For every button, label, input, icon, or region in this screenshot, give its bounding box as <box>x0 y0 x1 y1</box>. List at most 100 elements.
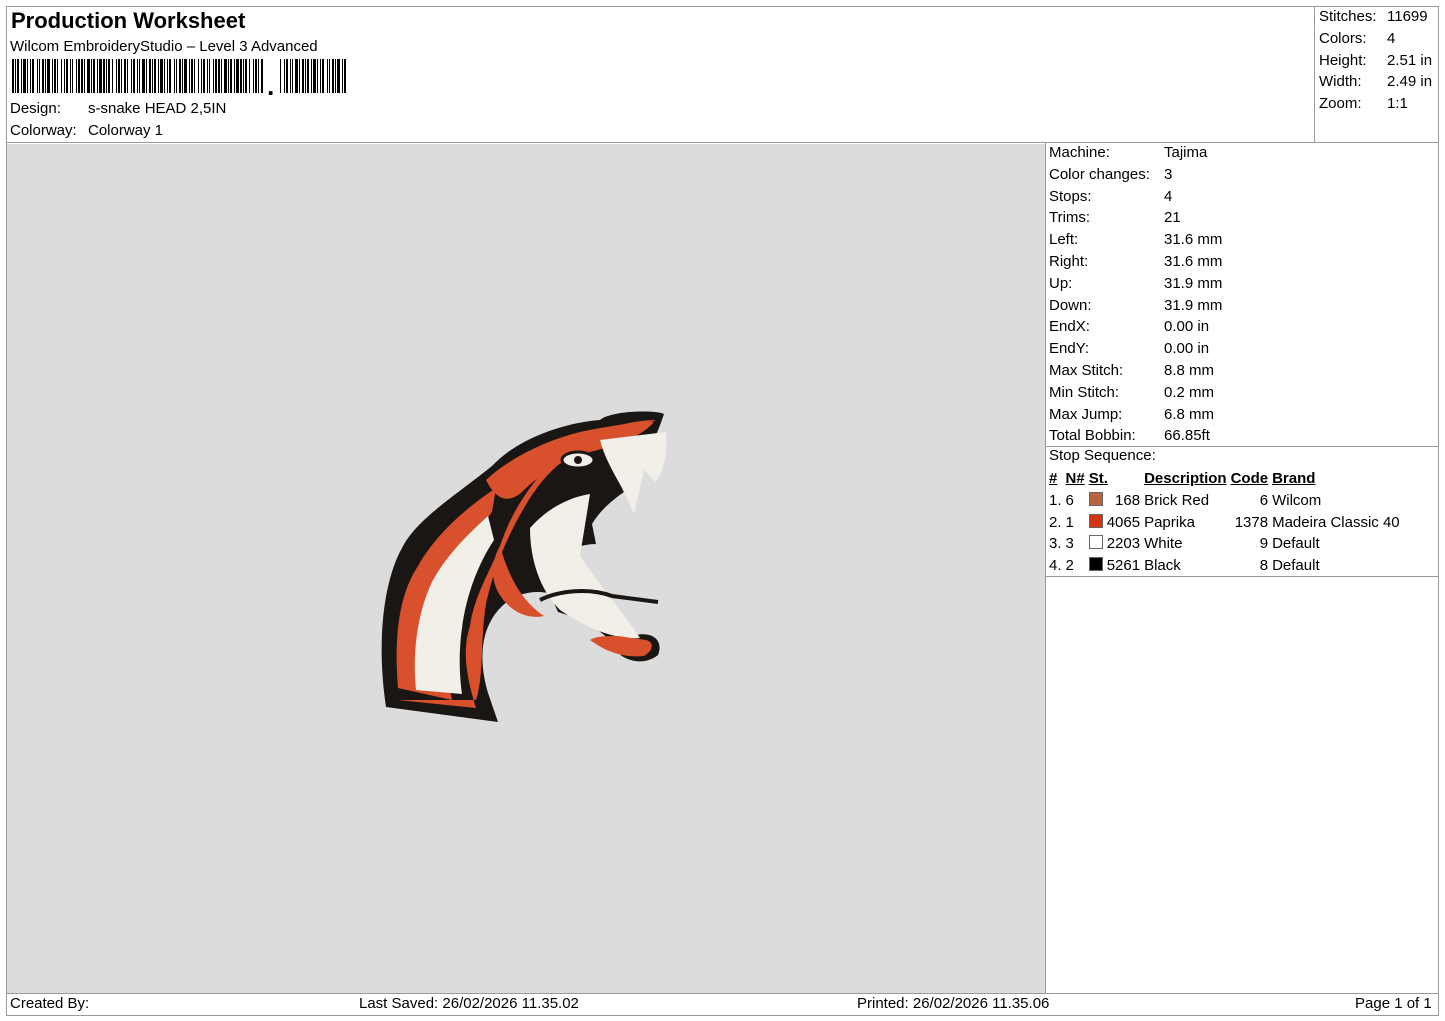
header-divider <box>6 142 1439 143</box>
row-description: Black <box>1144 557 1181 575</box>
stat-row: Min Stitch: 0.2 mm <box>1049 382 1222 404</box>
col-header-brand: Brand <box>1272 470 1316 487</box>
snake-head-design <box>381 411 667 722</box>
stat-row: Right: 31.6 mm <box>1049 251 1222 273</box>
row-stitches: 2203 <box>1106 535 1141 553</box>
summary-value: 1:1 <box>1387 95 1408 113</box>
stat-label: Left: <box>1049 231 1079 249</box>
design-row: Design: s-snake HEAD 2,5IN <box>10 100 226 117</box>
stat-row: Left: 31.6 mm <box>1049 229 1222 251</box>
color-swatch <box>1088 513 1103 528</box>
stat-value: 31.6 mm <box>1164 231 1223 249</box>
row-code: 1378 <box>1234 513 1269 531</box>
stop-sequence-table: # N# St. Description Code Brand 1. 6 168… <box>1047 468 1402 577</box>
table-row: 3. 3 2203 White 9 Default <box>1047 533 1402 555</box>
row-stitches: 5261 <box>1106 557 1141 575</box>
stat-label: EndY: <box>1049 340 1090 358</box>
stat-value: 8.8 mm <box>1164 361 1215 379</box>
color-swatch-cell <box>1087 555 1105 577</box>
svg-text:,: , <box>267 71 274 95</box>
stat-label: Stops: <box>1049 187 1092 205</box>
summary-divider <box>1314 6 1315 143</box>
col-header-description: Description <box>1144 470 1227 487</box>
stat-value: 0.2 mm <box>1164 383 1215 401</box>
stats-panel: Machine: Tajima Color changes: 3 Stops: 4 T… <box>1049 142 1222 447</box>
col-header-code: Code <box>1230 470 1269 487</box>
row-brand: Madeira Classic 40 <box>1272 513 1400 531</box>
stat-row: Max Jump: 6.8 mm <box>1049 404 1222 426</box>
row-description: Paprika <box>1144 513 1195 531</box>
row-needle: 1 <box>1065 513 1074 531</box>
table-row: 4. 2 5261 Black 8 Default <box>1047 555 1402 577</box>
color-swatch <box>1088 491 1103 506</box>
design-preview <box>7 144 1045 993</box>
stat-value: 6.8 mm <box>1164 405 1215 423</box>
summary-label: Colors: <box>1319 29 1367 47</box>
footer-printed: Printed: 26/02/2026 11.35.06 <box>857 995 1050 1012</box>
row-code: 9 <box>1259 535 1269 553</box>
stat-row: Total Bobbin: 66.85ft <box>1049 425 1222 447</box>
row-needle: 2 <box>1065 557 1074 575</box>
barcode: , <box>12 59 346 95</box>
snake-mouth-white <box>530 494 640 639</box>
page-title: Production Worksheet <box>11 8 246 33</box>
table-row: 2. 1 4065 Paprika 1378 Madeira Classic 4… <box>1047 512 1402 534</box>
table-header-row: # N# St. Description Code Brand <box>1047 468 1402 490</box>
row-brand: Default <box>1272 557 1320 575</box>
summary-label: Height: <box>1319 51 1367 69</box>
footer-created-by: Created By: <box>10 995 90 1012</box>
row-stitches: 168 <box>1115 491 1141 509</box>
stat-value: 31.9 mm <box>1164 296 1223 314</box>
row-needle: 3 <box>1065 535 1074 553</box>
row-description: Brick Red <box>1144 491 1210 509</box>
stat-value: 21 <box>1164 209 1181 227</box>
footer-divider <box>6 993 1439 994</box>
color-swatch-cell <box>1087 533 1105 555</box>
summary-panel: Stitches: 11699 Colors: 4 Height: 2.51 in W… <box>1319 6 1432 115</box>
stat-row: EndX: 0.00 in <box>1049 316 1222 338</box>
color-swatch <box>1088 535 1103 550</box>
summary-row: Width: 2.49 in <box>1319 71 1432 93</box>
summary-value: 2.51 in <box>1387 51 1433 69</box>
software-name: Wilcom EmbroideryStudio – Level 3 Advanc… <box>10 38 318 55</box>
row-brand: Wilcom <box>1272 491 1322 509</box>
snake-pupil <box>574 456 582 464</box>
colorway-row: Colorway: Colorway 1 <box>10 122 163 139</box>
row-index: 4. <box>1049 557 1062 575</box>
summary-value: 4 <box>1387 29 1396 47</box>
stat-value: 3 <box>1164 165 1173 183</box>
summary-value: 2.49 in <box>1387 73 1433 91</box>
colorway-value: Colorway 1 <box>88 122 164 139</box>
stat-label: Color changes: <box>1049 165 1150 183</box>
row-stitches: 4065 <box>1106 513 1141 531</box>
stat-label: EndX: <box>1049 318 1090 336</box>
row-needle: 6 <box>1065 491 1074 509</box>
color-swatch-cell <box>1087 490 1105 512</box>
colorway-label: Colorway: <box>10 122 77 139</box>
summary-row: Height: 2.51 in <box>1319 50 1432 72</box>
summary-row: Colors: 4 <box>1319 28 1432 50</box>
row-index: 2. <box>1049 513 1062 531</box>
footer-page-number: Page 1 of 1 <box>1355 995 1432 1012</box>
col-header-needle: N# <box>1065 470 1085 487</box>
stat-label: Trims: <box>1049 209 1091 227</box>
stat-row: Stops: 4 <box>1049 186 1222 208</box>
summary-label: Stitches: <box>1319 8 1377 25</box>
summary-label: Zoom: <box>1319 95 1362 113</box>
stat-label: Machine: <box>1049 144 1110 161</box>
row-code: 6 <box>1259 491 1269 509</box>
stat-row: Max Stitch: 8.8 mm <box>1049 360 1222 382</box>
summary-value: 11699 <box>1387 8 1428 25</box>
row-code: 8 <box>1259 557 1269 575</box>
stat-value: 0.00 in <box>1164 340 1210 358</box>
stat-label: Down: <box>1049 296 1092 314</box>
stat-label: Right: <box>1049 252 1089 270</box>
stat-value: 66.85ft <box>1164 427 1210 445</box>
row-index: 1. <box>1049 491 1062 509</box>
stat-value: Tajima <box>1164 144 1208 161</box>
summary-label: Width: <box>1319 73 1362 91</box>
stat-label: Min Stitch: <box>1049 383 1120 401</box>
color-swatch <box>1088 557 1103 572</box>
design-label: Design: <box>10 100 61 117</box>
stat-row: EndY: 0.00 in <box>1049 338 1222 360</box>
